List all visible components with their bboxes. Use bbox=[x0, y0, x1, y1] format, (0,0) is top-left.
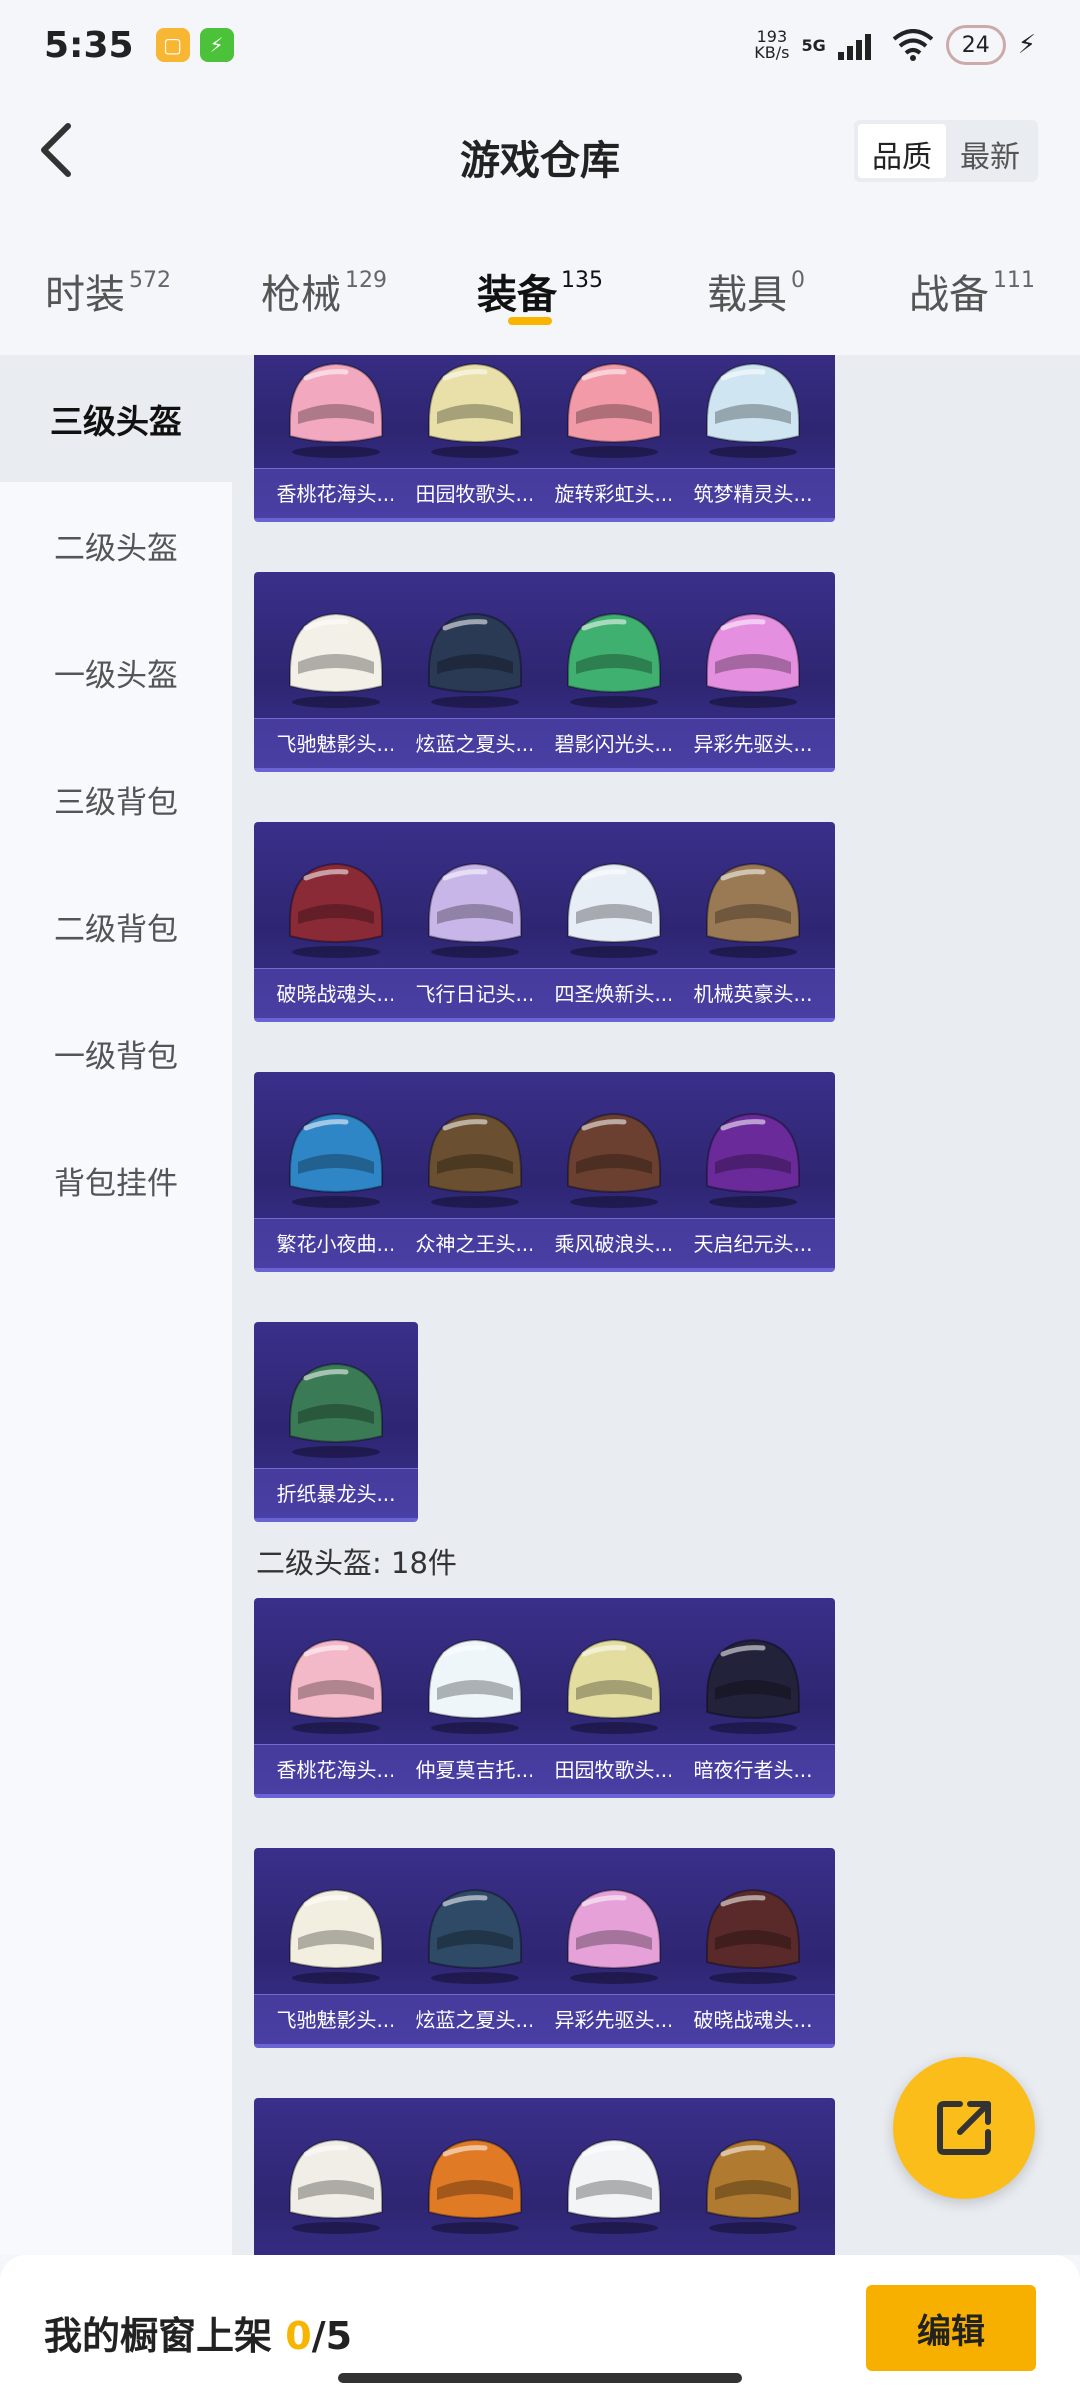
helmet-icon bbox=[567, 362, 661, 458]
category-tabs: 时装 572 枪械 129 装备 135 载具 0 战备 111 bbox=[0, 240, 1080, 355]
tab-count: 111 bbox=[993, 268, 1035, 293]
helmet-icon bbox=[289, 2138, 383, 2234]
helmet-icon bbox=[567, 612, 661, 708]
item-card[interactable]: 暗夜行者头... bbox=[671, 1598, 835, 1798]
helmet-icon bbox=[706, 1888, 800, 1984]
helmet-icon bbox=[428, 1638, 522, 1734]
helmet-icon bbox=[428, 862, 522, 958]
helmet-icon bbox=[567, 1638, 661, 1734]
charging-app-icon: ⚡ bbox=[199, 28, 234, 62]
helmet-icon bbox=[289, 1638, 383, 1734]
item-name: 折纸暴龙头... bbox=[254, 1468, 418, 1518]
helmet-icon bbox=[289, 1112, 383, 1208]
helmet-icon bbox=[289, 1888, 383, 1984]
shelf-current-count: 0 bbox=[285, 2314, 312, 2358]
network-type: 5G bbox=[801, 35, 826, 55]
sidebar-item-backpack-charm[interactable]: 背包挂件 bbox=[0, 1117, 232, 1244]
sidebar-item-level3-helmet[interactable]: 三级头盔 bbox=[0, 355, 232, 482]
helmet-icon bbox=[706, 1112, 800, 1208]
helmet-icon bbox=[567, 1888, 661, 1984]
item-card[interactable]: 破晓战魂头... bbox=[671, 1848, 835, 2048]
tab-count: 129 bbox=[345, 268, 387, 293]
sort-latest-button[interactable]: 最新 bbox=[946, 124, 1034, 178]
item-card[interactable]: 筑梦精灵头... bbox=[671, 355, 835, 522]
header: 游戏仓库 品质 最新 bbox=[0, 90, 1080, 210]
item-name: 破晓战魂头... bbox=[671, 1994, 835, 2044]
notes-app-icon: ▢ bbox=[155, 28, 190, 62]
helmet-icon bbox=[706, 362, 800, 458]
edit-button[interactable]: 编辑 bbox=[866, 2285, 1036, 2371]
wifi-icon bbox=[892, 29, 934, 61]
sidebar-item-level3-backpack[interactable]: 三级背包 bbox=[0, 736, 232, 863]
sidebar-item-level1-backpack[interactable]: 一级背包 bbox=[0, 990, 232, 1117]
section-label-level2: 二级头盔: 18件 bbox=[256, 1546, 457, 1580]
active-tab-indicator bbox=[508, 317, 552, 325]
sidebar-item-level1-helmet[interactable]: 一级头盔 bbox=[0, 609, 232, 736]
tab-label: 枪械 bbox=[261, 272, 341, 318]
home-indicator[interactable] bbox=[338, 2373, 742, 2383]
share-fab[interactable] bbox=[893, 2057, 1035, 2199]
net-speed-unit: KB/s bbox=[754, 43, 790, 62]
tab-vehicles[interactable]: 载具 0 bbox=[648, 240, 864, 355]
net-speed: 193 KB/s bbox=[754, 29, 789, 61]
status-time: 5:35 bbox=[44, 24, 134, 66]
helmet-icon bbox=[428, 1112, 522, 1208]
tab-label: 战备 bbox=[909, 272, 989, 318]
sidebar-item-level2-backpack[interactable]: 二级背包 bbox=[0, 863, 232, 990]
sidebar: 三级头盔 二级头盔 一级头盔 三级背包 二级背包 一级背包 背包挂件 bbox=[0, 355, 232, 2255]
charging-bolt-icon: ⚡ bbox=[1017, 30, 1036, 60]
shelf-label-text: 我的橱窗上架 bbox=[44, 2314, 273, 2358]
helmet-icon bbox=[289, 862, 383, 958]
showcase-shelf-label: 我的橱窗上架 0/5 bbox=[44, 2305, 352, 2360]
item-card[interactable] bbox=[671, 2098, 835, 2255]
tab-count: 135 bbox=[561, 268, 603, 293]
tab-combat-gear[interactable]: 战备 111 bbox=[864, 240, 1080, 355]
item-card[interactable]: 折纸暴龙头... bbox=[254, 1322, 418, 1522]
item-card[interactable]: 天启纪元头... bbox=[671, 1072, 835, 1272]
item-name: 异彩先驱头... bbox=[671, 718, 835, 768]
sort-quality-button[interactable]: 品质 bbox=[858, 124, 946, 178]
sort-toggle: 品质 最新 bbox=[854, 120, 1038, 182]
helmet-icon bbox=[428, 1888, 522, 1984]
helmet-icon bbox=[706, 1638, 800, 1734]
helmet-icon bbox=[567, 862, 661, 958]
tab-label: 载具 bbox=[707, 272, 787, 318]
tab-count: 0 bbox=[791, 268, 805, 293]
tab-equipment[interactable]: 装备 135 bbox=[432, 240, 648, 355]
sidebar-item-level2-helmet[interactable]: 二级头盔 bbox=[0, 482, 232, 609]
helmet-icon bbox=[567, 1112, 661, 1208]
item-name: 机械英豪头... bbox=[671, 968, 835, 1018]
status-bar: 5:35 ▢ ⚡ 193 KB/s 5G 24 ⚡ bbox=[0, 0, 1080, 90]
helmet-icon bbox=[428, 2138, 522, 2234]
helmet-icon bbox=[289, 612, 383, 708]
item-card[interactable]: 机械英豪头... bbox=[671, 822, 835, 1022]
item-name: 天启纪元头... bbox=[671, 1218, 835, 1268]
item-name: 筑梦精灵头... bbox=[671, 468, 835, 518]
helmet-icon bbox=[428, 612, 522, 708]
helmet-icon bbox=[289, 362, 383, 458]
item-grid: 香桃花海头... 田园牧歌头... 旋转彩虹头... 筑梦精灵头... 飞驰魅影头...… bbox=[232, 355, 1080, 2255]
tab-label: 装备 bbox=[477, 272, 557, 318]
tab-fashion[interactable]: 时装 572 bbox=[0, 240, 216, 355]
item-card[interactable]: 异彩先驱头... bbox=[671, 572, 835, 772]
helmet-icon bbox=[706, 2138, 800, 2234]
shelf-total: /5 bbox=[311, 2314, 353, 2358]
helmet-icon bbox=[706, 612, 800, 708]
helmet-icon bbox=[567, 2138, 661, 2234]
helmet-icon bbox=[706, 862, 800, 958]
helmet-icon bbox=[289, 1362, 383, 1458]
helmet-icon bbox=[428, 362, 522, 458]
tab-weapons[interactable]: 枪械 129 bbox=[216, 240, 432, 355]
signal-icon bbox=[837, 34, 871, 60]
tab-count: 572 bbox=[129, 268, 171, 293]
battery-indicator: 24 bbox=[945, 25, 1006, 65]
share-external-icon bbox=[937, 2101, 991, 2155]
item-name: 暗夜行者头... bbox=[671, 1744, 835, 1794]
battery-level: 24 bbox=[961, 32, 990, 58]
tab-label: 时装 bbox=[45, 272, 125, 318]
